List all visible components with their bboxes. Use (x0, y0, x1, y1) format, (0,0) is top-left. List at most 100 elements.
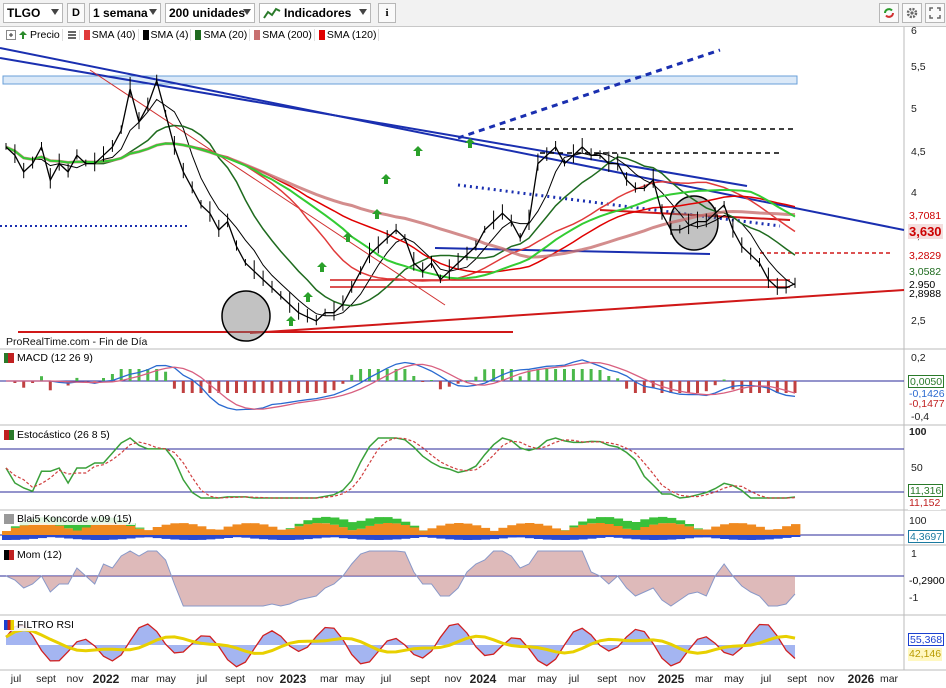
koncorde-bar (356, 528, 366, 535)
koncorde-bar (356, 535, 366, 540)
koncorde-bar (161, 524, 171, 535)
koncorde-bar (81, 535, 92, 540)
legend-sma-0[interactable]: SMA (40) (82, 28, 139, 41)
macd-bar (181, 381, 185, 393)
koncorde-bar (143, 535, 154, 538)
macd-bar (616, 378, 620, 381)
stoch-title[interactable]: Estocástico (26 8 5) (4, 428, 113, 441)
legend-sma-4[interactable]: SMA (120) (317, 28, 380, 41)
macd-bar (421, 381, 425, 382)
koncorde-bar (596, 523, 606, 535)
price-tick-label: 4 (911, 187, 917, 199)
koncorde-bar (684, 535, 694, 539)
macd-bar (297, 381, 301, 393)
koncorde-title-label: Blai5 Koncorde v.09 (15) (17, 512, 132, 525)
time-tick-label: nov (444, 673, 462, 685)
koncorde-bar (755, 535, 765, 540)
legend-toggle[interactable]: Precio (4, 28, 63, 41)
price-value-tag: 3,630 (908, 224, 943, 239)
koncorde-bar (675, 524, 686, 535)
koncorde-bar (649, 535, 659, 540)
macd-bar (687, 381, 691, 393)
macd-bar (341, 381, 345, 384)
koncorde-bar (197, 526, 207, 535)
toggle-icon (6, 29, 16, 40)
stoch-tick: 50 (911, 462, 923, 474)
koncorde-bar (28, 535, 38, 539)
koncorde-bar (46, 523, 56, 535)
legend-sma-1[interactable]: SMA (4) (141, 28, 192, 41)
koncorde-bar (126, 525, 136, 535)
koncorde-bar (764, 529, 774, 535)
stoch-title-label: Estocástico (26 8 5) (17, 428, 110, 441)
koncorde-bar (480, 527, 491, 535)
macd-bar (261, 381, 265, 393)
rsi-title[interactable]: FILTRO RSI (4, 618, 77, 631)
macd-title[interactable]: MACD (12 26 9) (4, 351, 96, 364)
koncorde-bar (179, 535, 189, 540)
koncorde-bar (2, 535, 12, 540)
legend-swatch (83, 29, 90, 40)
koncorde-bar (365, 518, 375, 526)
signal-line (6, 361, 796, 410)
koncorde-bar (392, 523, 402, 535)
koncorde-bar (542, 535, 553, 540)
macd-bar (270, 381, 274, 393)
koncorde-bar (489, 535, 499, 540)
macd-line (6, 359, 796, 411)
macd-bar (465, 380, 469, 381)
koncorde-bar (596, 517, 606, 523)
koncorde-bar (37, 535, 47, 539)
koncorde-title[interactable]: Blai5 Koncorde v.09 (15) (4, 512, 135, 525)
koncorde-bar (232, 524, 242, 535)
koncorde-bar (64, 535, 74, 539)
koncorde-bar (392, 535, 402, 540)
list-icon (67, 30, 76, 39)
koncorde-bar (782, 535, 792, 538)
koncorde-bar (276, 535, 287, 540)
macd-bar (793, 381, 797, 393)
macd-bar (102, 378, 105, 381)
koncorde-bar (135, 528, 145, 535)
rsi-icon (4, 619, 14, 630)
koncorde-bar (294, 535, 304, 540)
koncorde-bar (791, 524, 801, 535)
koncorde-bar (693, 528, 703, 530)
momentum-plot (0, 550, 904, 607)
koncorde-bar (108, 535, 118, 540)
time-tick-label: nov (66, 673, 84, 685)
macd-bar (696, 381, 699, 393)
koncorde-bar (294, 523, 304, 527)
macd-bar (350, 374, 354, 381)
macd-bar (589, 369, 593, 381)
macd-bar (323, 381, 327, 393)
koncorde-bar (755, 526, 765, 535)
legend-sma-3[interactable]: SMA (200) (252, 28, 315, 41)
buy-arrow-icon (317, 262, 327, 272)
legend-swatch (254, 29, 261, 40)
koncorde-bar (303, 520, 313, 525)
macd-bar (172, 381, 176, 389)
macd-bar (190, 381, 194, 393)
macd-bar (75, 377, 79, 381)
koncorde-bar (666, 535, 677, 540)
legend-swatch (142, 29, 149, 40)
koncorde-bar (99, 523, 109, 535)
koncorde-bar (214, 535, 225, 539)
time-tick-label: may (345, 673, 365, 685)
koncorde-bar (312, 523, 322, 535)
koncorde-bar (205, 529, 216, 535)
macd-plot (0, 359, 904, 411)
koncorde-plot (0, 516, 904, 540)
legend-sma-2[interactable]: SMA (20) (193, 28, 251, 41)
mom-title[interactable]: Mom (12) (4, 548, 65, 561)
koncorde-bar (640, 527, 650, 535)
macd-bar (279, 381, 283, 393)
macd-bar (235, 381, 238, 393)
macd-bar (598, 370, 602, 381)
legend-menu[interactable] (65, 29, 80, 40)
koncorde-bar (640, 535, 650, 540)
koncorde-bar (525, 523, 535, 535)
macd-bar (625, 381, 629, 389)
time-tick-label: jul (760, 673, 772, 685)
